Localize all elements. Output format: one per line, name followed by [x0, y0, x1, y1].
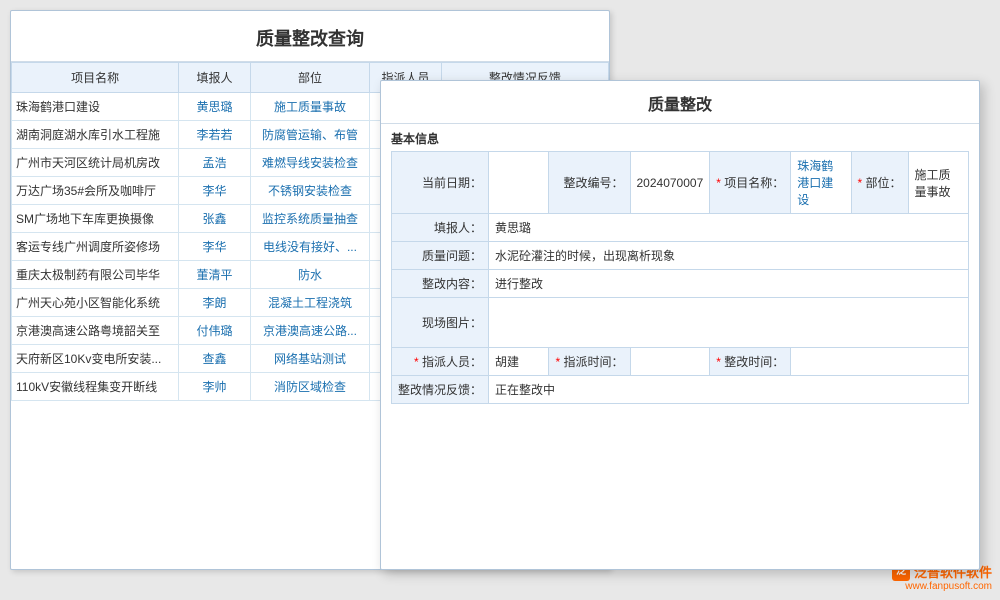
form-table: 当前日期： 整改编号： 2024070007 * 项目名称： 珠海鹤港口建设 *…	[391, 151, 969, 404]
cell-reporter: 李若若	[179, 121, 251, 149]
cell-name: 京港澳高速公路粤境韶关至	[12, 317, 179, 345]
detail-form: 当前日期： 整改编号： 2024070007 * 项目名称： 珠海鹤港口建设 *…	[381, 151, 979, 404]
cell-name: 广州天心苑小区智能化系统	[12, 289, 179, 317]
form-row-1: 当前日期： 整改编号： 2024070007 * 项目名称： 珠海鹤港口建设 *…	[392, 152, 969, 214]
project-name-value[interactable]: 珠海鹤港口建设	[791, 152, 851, 214]
feedback-value[interactable]: 正在整改中	[489, 376, 969, 404]
cell-reporter: 李华	[179, 177, 251, 205]
quality-issue-label: 质量问题：	[392, 242, 489, 270]
cell-dept: 京港澳高速公路...	[250, 317, 369, 345]
col-header-reporter: 填报人	[179, 63, 251, 93]
form-row-5: 现场图片：	[392, 298, 969, 348]
cell-reporter: 李帅	[179, 373, 251, 401]
cell-dept: 防腐管运输、布管	[250, 121, 369, 149]
form-row-3: 质量问题： 水泥砼灌注的时候，出现离析现象	[392, 242, 969, 270]
cell-dept: 混凝土工程浇筑	[250, 289, 369, 317]
detail-panel: 质量整改 基本信息 当前日期： 整改编号： 2024070007 * 项目名称：…	[380, 80, 980, 570]
cell-name: 重庆太极制药有限公司毕华	[12, 261, 179, 289]
cell-name: 广州市天河区统计局机房改	[12, 149, 179, 177]
cell-reporter: 董清平	[179, 261, 251, 289]
cell-reporter: 李朗	[179, 289, 251, 317]
reporter-label: 填报人：	[392, 214, 489, 242]
rectify-no-label: 整改编号：	[549, 152, 630, 214]
cell-reporter: 张鑫	[179, 205, 251, 233]
form-row-7: 整改情况反馈： 正在整改中	[392, 376, 969, 404]
cell-dept: 电线没有接好、...	[250, 233, 369, 261]
site-photo-value[interactable]	[489, 298, 969, 348]
cell-name: 湖南洞庭湖水库引水工程施	[12, 121, 179, 149]
form-row-4: 整改内容： 进行整改	[392, 270, 969, 298]
cell-name: 万达广场35#会所及咖啡厅	[12, 177, 179, 205]
dept-label: * 部位：	[851, 152, 908, 214]
section-label: 基本信息	[381, 124, 979, 151]
detail-title: 质量整改	[381, 81, 979, 124]
main-title: 质量整改查询	[11, 11, 609, 62]
cell-dept: 不锈钢安装检查	[250, 177, 369, 205]
cell-reporter: 查鑫	[179, 345, 251, 373]
logo-url: www.fanpusoft.com	[905, 581, 992, 592]
dept-value[interactable]: 施工质量事故	[908, 152, 968, 214]
form-row-2: 填报人： 黄思璐	[392, 214, 969, 242]
current-date-value[interactable]	[489, 152, 549, 214]
col-header-dept: 部位	[250, 63, 369, 93]
cell-reporter: 付伟璐	[179, 317, 251, 345]
assign-time-value[interactable]	[630, 348, 710, 376]
assignee-label: * 指派人员：	[392, 348, 489, 376]
cell-dept: 防水	[250, 261, 369, 289]
cell-reporter: 黄思璐	[179, 93, 251, 121]
quality-issue-value[interactable]: 水泥砼灌注的时候，出现离析现象	[489, 242, 969, 270]
cell-name: 珠海鹤港口建设	[12, 93, 179, 121]
rectify-time-label: * 整改时间：	[710, 348, 791, 376]
rectify-no-value[interactable]: 2024070007	[630, 152, 710, 214]
cell-dept: 网络基站测试	[250, 345, 369, 373]
site-photo-label: 现场图片：	[392, 298, 489, 348]
rectify-content-label: 整改内容：	[392, 270, 489, 298]
col-header-name: 项目名称	[12, 63, 179, 93]
cell-dept: 难燃导线安装检查	[250, 149, 369, 177]
cell-name: 客运专线广州调度所姿修场	[12, 233, 179, 261]
cell-dept: 监控系统质量抽查	[250, 205, 369, 233]
rectify-content-value[interactable]: 进行整改	[489, 270, 969, 298]
rectify-time-value[interactable]	[791, 348, 969, 376]
cell-dept: 施工质量事故	[250, 93, 369, 121]
feedback-label: 整改情况反馈：	[392, 376, 489, 404]
cell-dept: 消防区域检查	[250, 373, 369, 401]
assignee-value[interactable]: 胡建	[489, 348, 549, 376]
cell-reporter: 李华	[179, 233, 251, 261]
cell-reporter: 孟浩	[179, 149, 251, 177]
project-name-label: * 项目名称：	[710, 152, 791, 214]
reporter-value[interactable]: 黄思璐	[489, 214, 969, 242]
cell-name: 110kV安徽线程集变开断线	[12, 373, 179, 401]
cell-name: 天府新区10Kv变电所安装...	[12, 345, 179, 373]
current-date-label: 当前日期：	[392, 152, 489, 214]
assign-time-label: * 指派时间：	[549, 348, 630, 376]
cell-name: SM广场地下车库更换摄像	[12, 205, 179, 233]
form-row-6: * 指派人员： 胡建 * 指派时间： * 整改时间：	[392, 348, 969, 376]
